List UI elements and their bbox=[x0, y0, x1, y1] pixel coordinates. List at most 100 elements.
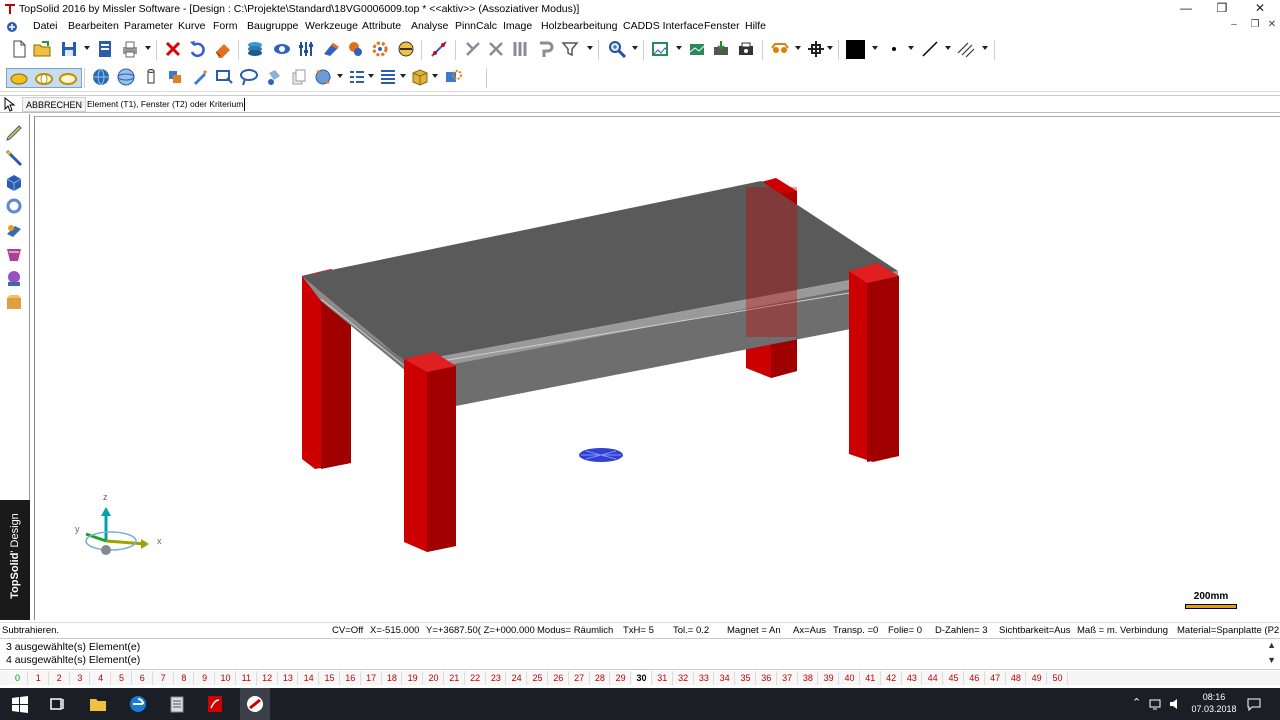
menu-datei[interactable]: Datei bbox=[33, 20, 58, 32]
layer-44[interactable]: 44 bbox=[923, 671, 944, 685]
layer-1[interactable]: 1 bbox=[28, 671, 49, 685]
menu-holzbearbeitung[interactable]: Holzbearbeitung bbox=[541, 20, 617, 32]
hook-icon[interactable] bbox=[535, 39, 555, 59]
layer-22[interactable]: 22 bbox=[465, 671, 486, 685]
copy-icon[interactable] bbox=[289, 67, 309, 87]
layer-47[interactable]: 47 bbox=[985, 671, 1006, 685]
layer-10[interactable]: 10 bbox=[216, 671, 236, 685]
sphere-icon[interactable] bbox=[116, 67, 136, 87]
layer-9[interactable]: 9 bbox=[195, 671, 216, 685]
undo-icon[interactable] bbox=[188, 39, 208, 59]
layer-16[interactable]: 16 bbox=[340, 671, 361, 685]
menu-cadds-interface[interactable]: CADDS Interface bbox=[623, 20, 704, 32]
layer-17[interactable]: 17 bbox=[361, 671, 382, 685]
parameters-icon[interactable] bbox=[296, 39, 316, 59]
layer-45[interactable]: 45 bbox=[944, 671, 964, 685]
layer-14[interactable]: 14 bbox=[299, 671, 320, 685]
status-material[interactable]: Material=Spanplatte (P2 bbox=[1177, 625, 1279, 636]
list-lines-icon[interactable] bbox=[378, 67, 398, 87]
task-view-icon[interactable] bbox=[48, 694, 68, 714]
grid-list-icon[interactable] bbox=[347, 67, 367, 87]
edge-browser-icon[interactable] bbox=[128, 694, 148, 714]
shape-outline-icon[interactable] bbox=[34, 69, 54, 89]
settings-cube-icon[interactable] bbox=[443, 67, 463, 87]
package-icon[interactable] bbox=[4, 292, 24, 312]
menu-kurve[interactable]: Kurve bbox=[178, 20, 205, 32]
layer-39[interactable]: 39 bbox=[819, 671, 840, 685]
filter-icon[interactable] bbox=[560, 39, 580, 59]
archive-app-icon[interactable] bbox=[167, 694, 187, 714]
lasso-icon[interactable] bbox=[239, 67, 259, 87]
box-dropdown-icon[interactable] bbox=[410, 67, 430, 87]
columns-icon[interactable] bbox=[510, 39, 530, 59]
measure-icon[interactable] bbox=[4, 244, 24, 264]
gear-icon[interactable] bbox=[370, 39, 390, 59]
repair-icon[interactable] bbox=[346, 39, 366, 59]
minimize-button[interactable]: — bbox=[1168, 0, 1204, 19]
save-icon[interactable] bbox=[59, 39, 79, 59]
menu-hilfe[interactable]: Hilfe bbox=[745, 20, 766, 32]
layer-26[interactable]: 26 bbox=[548, 671, 569, 685]
cancel-button[interactable]: ABBRECHEN bbox=[22, 97, 87, 112]
tray-chevron-icon[interactable]: ⌃ bbox=[1132, 696, 1141, 709]
status-txh[interactable]: TxH= 5 bbox=[623, 625, 654, 636]
layer-15[interactable]: 15 bbox=[320, 671, 340, 685]
status-modus[interactable]: Modus= Räumlich bbox=[537, 625, 613, 636]
scroll-up-icon[interactable]: ▲ bbox=[1267, 640, 1276, 650]
layer-36[interactable]: 36 bbox=[756, 671, 777, 685]
layer-23[interactable]: 23 bbox=[486, 671, 507, 685]
curve-tool-icon[interactable] bbox=[396, 39, 416, 59]
line-style-icon[interactable] bbox=[920, 39, 940, 59]
layer-25[interactable]: 25 bbox=[528, 671, 548, 685]
menu-parameter[interactable]: Parameter bbox=[124, 20, 173, 32]
eraser-icon[interactable] bbox=[213, 39, 233, 59]
menu-bearbeiten[interactable]: Bearbeiten bbox=[68, 20, 119, 32]
rectangle-select-icon[interactable] bbox=[214, 67, 234, 87]
status-transp[interactable]: Transp. =0 bbox=[833, 625, 878, 636]
layer-40[interactable]: 40 bbox=[840, 671, 860, 685]
status-magnet[interactable]: Magnet = An bbox=[727, 625, 781, 636]
menu-image[interactable]: Image bbox=[503, 20, 532, 32]
layer-41[interactable]: 41 bbox=[860, 671, 881, 685]
shape-solid-icon[interactable] bbox=[9, 69, 29, 89]
layer-31[interactable]: 31 bbox=[652, 671, 673, 685]
layer-8[interactable]: 8 bbox=[174, 671, 195, 685]
layer-32[interactable]: 32 bbox=[673, 671, 694, 685]
layer-7[interactable]: 7 bbox=[153, 671, 174, 685]
layer-3[interactable]: 3 bbox=[70, 671, 91, 685]
printer-icon[interactable] bbox=[736, 39, 756, 59]
layer-13[interactable]: 13 bbox=[278, 671, 299, 685]
color-swatch-icon[interactable] bbox=[846, 40, 865, 59]
pen-icon[interactable] bbox=[190, 67, 210, 87]
glasses-icon[interactable] bbox=[770, 39, 790, 59]
solid-box-icon[interactable] bbox=[4, 172, 24, 192]
windows-start-icon[interactable] bbox=[10, 694, 30, 714]
close-button[interactable]: ✕ bbox=[1242, 0, 1278, 19]
crosshair-icon[interactable] bbox=[806, 39, 826, 59]
status-ax[interactable]: Ax=Aus bbox=[793, 625, 826, 636]
layer-37[interactable]: 37 bbox=[777, 671, 798, 685]
layer-27[interactable]: 27 bbox=[569, 671, 590, 685]
rotate-icon[interactable] bbox=[4, 196, 24, 216]
document-icon[interactable] bbox=[6, 21, 18, 33]
network-icon[interactable] bbox=[1148, 697, 1162, 711]
menu-form[interactable]: Form bbox=[213, 20, 238, 32]
status-tol[interactable]: Tol.= 0.2 bbox=[673, 625, 709, 636]
scroll-down-icon[interactable]: ▼ bbox=[1267, 655, 1276, 665]
layer-42[interactable]: 42 bbox=[881, 671, 902, 685]
wood-icon[interactable] bbox=[4, 220, 24, 240]
export-icon[interactable] bbox=[711, 39, 731, 59]
menu-fenster[interactable]: Fenster bbox=[704, 20, 740, 32]
layer-46[interactable]: 46 bbox=[964, 671, 985, 685]
maximize-button[interactable]: ❐ bbox=[1204, 0, 1240, 19]
taskbar-clock[interactable]: 08:16 07.03.2018 bbox=[1184, 691, 1244, 715]
paint-icon[interactable] bbox=[264, 67, 284, 87]
status-sichtbarkeit[interactable]: Sichtbarkeit=Aus bbox=[999, 625, 1071, 636]
layer-4[interactable]: 4 bbox=[91, 671, 112, 685]
print-icon[interactable] bbox=[120, 39, 140, 59]
menu-pinncalc[interactable]: PinnCalc bbox=[455, 20, 497, 32]
layer-2[interactable]: 2 bbox=[49, 671, 70, 685]
layer-0[interactable]: 0 bbox=[8, 671, 28, 685]
menu-baugruppe[interactable]: Baugruppe bbox=[247, 20, 298, 32]
layer-33[interactable]: 33 bbox=[694, 671, 715, 685]
